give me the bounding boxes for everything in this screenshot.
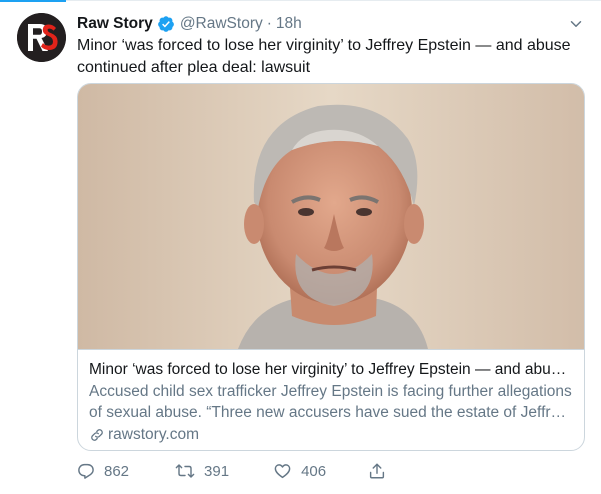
card-description-line: Accused child sex trafficker Jeffrey Eps… [89,383,572,400]
timestamp[interactable]: 18h [276,15,302,33]
card-body[interactable]: Minor ‘was forced to lose her virginity’… [78,349,584,450]
rawstory-logo-icon [17,13,66,62]
retweet-button[interactable]: 391 [175,462,229,480]
divider [66,0,601,1]
reply-button[interactable]: 862 [77,462,129,480]
tweet-text: Minor ‘was forced to lose her virginity’… [77,37,571,76]
card-title[interactable]: Minor ‘was forced to lose her virginity’… [89,359,572,380]
article-photo [78,84,584,349]
link-icon [91,428,103,441]
verified-badge-icon [157,16,174,32]
like-button[interactable]: 406 [273,462,326,480]
share-button[interactable] [368,462,386,480]
retweet-icon [175,464,195,478]
card-domain[interactable]: rawstory.com [89,424,572,445]
tweet-header: Raw Story @RawStory · 18h [77,14,302,34]
card-description: Accused child sex trafficker Jeffrey Eps… [89,381,572,423]
card-domain-text: rawstory.com [108,426,200,443]
retweet-count: 391 [204,462,230,480]
reply-count: 862 [104,462,130,480]
action-bar: 862 391 406 [77,460,386,482]
avatar[interactable] [17,13,66,62]
active-tab-underline [0,0,66,2]
chevron-down-icon[interactable] [567,15,585,33]
share-icon [370,463,385,479]
link-card[interactable]: Minor ‘was forced to lose her virginity’… [77,83,585,451]
user-handle[interactable]: @RawStory [180,15,263,33]
display-name[interactable]: Raw Story [77,15,153,33]
reply-icon [78,463,94,479]
like-count: 406 [301,462,327,480]
heart-icon [274,464,291,479]
separator-dot: · [266,15,272,32]
tab-indicator [0,0,601,2]
card-description-line: of sexual abuse. “Three new accusers hav… [89,404,572,421]
